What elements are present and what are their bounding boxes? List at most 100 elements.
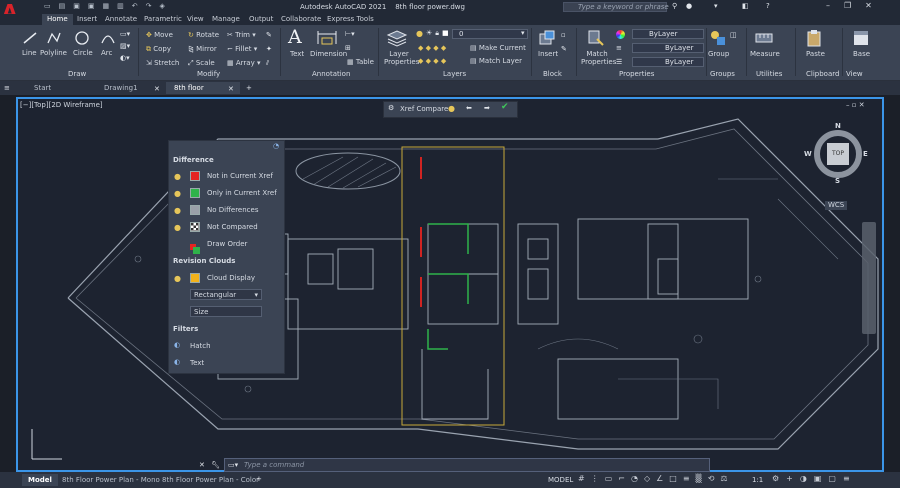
- minimize-icon[interactable]: –: [846, 101, 850, 109]
- linetype-dropdown[interactable]: ByLayer: [632, 57, 704, 67]
- ungroup-icon[interactable]: ◫: [730, 31, 737, 39]
- tab-collaborate[interactable]: Collaborate: [276, 14, 326, 25]
- block-create-icon[interactable]: ▫: [561, 31, 566, 39]
- compass-north[interactable]: N: [835, 122, 841, 131]
- lightbulb-icon[interactable]: ●: [174, 274, 181, 283]
- lineweight-icon[interactable]: ≡: [683, 474, 690, 483]
- not-in-current-swatch[interactable]: [190, 171, 200, 181]
- compass-west[interactable]: W: [804, 150, 812, 159]
- hatch-filter-label[interactable]: Hatch: [190, 342, 211, 351]
- move-button[interactable]: ✥ Move: [146, 31, 173, 40]
- menu-icon[interactable]: ≡: [4, 84, 10, 92]
- lightbulb-icon[interactable]: ●: [416, 29, 423, 38]
- autodesk-app-icon[interactable]: ◧: [742, 2, 749, 10]
- previous-arrow-icon[interactable]: ⬅: [466, 104, 472, 112]
- tab-view[interactable]: View: [182, 14, 209, 25]
- array-button[interactable]: ▦ Array ▾: [227, 59, 260, 68]
- insert-label[interactable]: Insert: [538, 50, 558, 59]
- viewcube[interactable]: TOP N S E W: [804, 122, 868, 186]
- undo-icon[interactable]: ↶: [132, 2, 138, 10]
- redo-icon[interactable]: ↷: [146, 2, 152, 10]
- web-icon[interactable]: ▦: [103, 2, 110, 10]
- scale-button[interactable]: ⤢ Scale: [188, 59, 215, 68]
- snap-icon[interactable]: ⋮: [591, 474, 599, 483]
- tab-manage[interactable]: Manage: [207, 14, 245, 25]
- plus-icon[interactable]: +: [786, 474, 793, 483]
- dynamic-input-icon[interactable]: ▭: [605, 474, 613, 483]
- color-swatch-icon[interactable]: ■: [442, 29, 449, 38]
- layer-properties-icon[interactable]: [386, 29, 408, 47]
- stretch-button[interactable]: ⇲ Stretch: [146, 59, 179, 68]
- layer-properties-label[interactable]: Layer Properties: [384, 50, 419, 66]
- lightbulb-icon[interactable]: ●: [174, 223, 181, 232]
- color-dropdown[interactable]: ByLayer: [632, 29, 704, 39]
- layout-tab-mono[interactable]: 8th Floor Power Plan - Mono: [56, 474, 166, 486]
- layout-tab-color[interactable]: 8th Floor Power Plan - Color: [156, 474, 265, 486]
- lightbulb-icon[interactable]: ●: [174, 172, 181, 181]
- tab-parametric[interactable]: Parametric: [139, 14, 187, 25]
- trim-button[interactable]: ✂ Trim ▾: [227, 31, 256, 40]
- customization-icon[interactable]: ≡: [843, 474, 850, 483]
- draw-panel-title[interactable]: Draw: [68, 70, 86, 78]
- annotation-scale[interactable]: 1:1: [752, 476, 763, 485]
- open-icon[interactable]: ▤: [59, 2, 66, 10]
- layout-tab-model[interactable]: Model: [22, 474, 58, 486]
- layers-panel-title[interactable]: Layers: [443, 70, 466, 78]
- viewcube-face-top[interactable]: TOP: [827, 143, 849, 165]
- group-label[interactable]: Group: [708, 50, 729, 59]
- object-snap-tracking-icon[interactable]: ∠: [656, 474, 663, 483]
- close-tab-icon[interactable]: ✕: [228, 85, 234, 93]
- annotation-scale-icon[interactable]: ⚖: [720, 474, 727, 483]
- wrench-icon[interactable]: 🔧︎: [211, 461, 220, 469]
- lightbulb-icon[interactable]: ●: [174, 189, 181, 198]
- new-tab-icon[interactable]: +: [246, 84, 252, 92]
- not-compared-swatch[interactable]: [190, 222, 200, 232]
- compass-south[interactable]: S: [835, 177, 840, 186]
- insert-icon[interactable]: [538, 29, 556, 47]
- sun-icon[interactable]: ☀: [426, 29, 432, 38]
- offset-icon[interactable]: ⫽: [266, 59, 269, 68]
- groups-panel-title[interactable]: Groups: [710, 70, 735, 78]
- save-icon[interactable]: ▣: [73, 2, 80, 10]
- cloud-shape-dropdown[interactable]: Rectangular ▾: [190, 289, 262, 300]
- clean-screen-icon[interactable]: ▢: [828, 474, 836, 483]
- model-space-button[interactable]: MODEL: [548, 476, 573, 485]
- new-icon[interactable]: ▭: [44, 2, 51, 10]
- only-in-current-swatch[interactable]: [190, 188, 200, 198]
- saveas-icon[interactable]: ▣: [88, 2, 95, 10]
- grid-icon[interactable]: #: [578, 474, 585, 483]
- close-tab-icon[interactable]: ✕: [154, 85, 160, 93]
- dimension-label[interactable]: Dimension: [310, 50, 347, 59]
- binoculars-icon[interactable]: ⚲: [672, 2, 677, 10]
- text-label[interactable]: Text: [290, 50, 304, 59]
- isolate-icon[interactable]: ◑: [800, 474, 807, 483]
- next-arrow-icon[interactable]: ➡: [484, 104, 490, 112]
- make-current-button[interactable]: ▤ Make Current: [470, 44, 526, 53]
- search-input[interactable]: Type a keyword or phrase: [563, 2, 669, 12]
- match-properties-icon[interactable]: [587, 29, 605, 47]
- tab-express-tools[interactable]: Express Tools: [322, 14, 379, 25]
- tab-home[interactable]: Home: [42, 14, 73, 25]
- match-layer-button[interactable]: ▤ Match Layer: [470, 57, 522, 66]
- modify-panel-title[interactable]: Modify: [197, 70, 220, 78]
- mirror-button[interactable]: ⧎ Mirror: [188, 45, 217, 54]
- erase-icon[interactable]: ✎: [266, 31, 272, 39]
- share-icon[interactable]: ◈: [160, 2, 165, 10]
- paste-icon[interactable]: [806, 29, 822, 47]
- mtext-icon[interactable]: ⊞: [345, 44, 351, 52]
- text-filter-label[interactable]: Text: [190, 359, 204, 368]
- print-icon[interactable]: ▥: [117, 2, 124, 10]
- block-panel-title[interactable]: Block: [543, 70, 562, 78]
- hardware-acceleration-icon[interactable]: ▣: [814, 474, 822, 483]
- layer-tools-icons[interactable]: ◆ ◆ ◆ ◆: [418, 44, 446, 52]
- minimize-icon[interactable]: –: [826, 1, 830, 10]
- text-icon[interactable]: A: [288, 27, 302, 47]
- rectangle-icon[interactable]: ▭▾: [120, 30, 130, 38]
- lightbulb-icon[interactable]: ●: [448, 104, 455, 113]
- cloud-display-swatch[interactable]: [190, 273, 200, 283]
- draw-order-icon[interactable]: [190, 239, 200, 254]
- line-label[interactable]: Line: [22, 49, 37, 58]
- help-icon[interactable]: ?: [766, 2, 770, 10]
- polyline-label[interactable]: Polyline: [40, 49, 67, 58]
- copy-button[interactable]: ⧉ Copy: [146, 45, 171, 54]
